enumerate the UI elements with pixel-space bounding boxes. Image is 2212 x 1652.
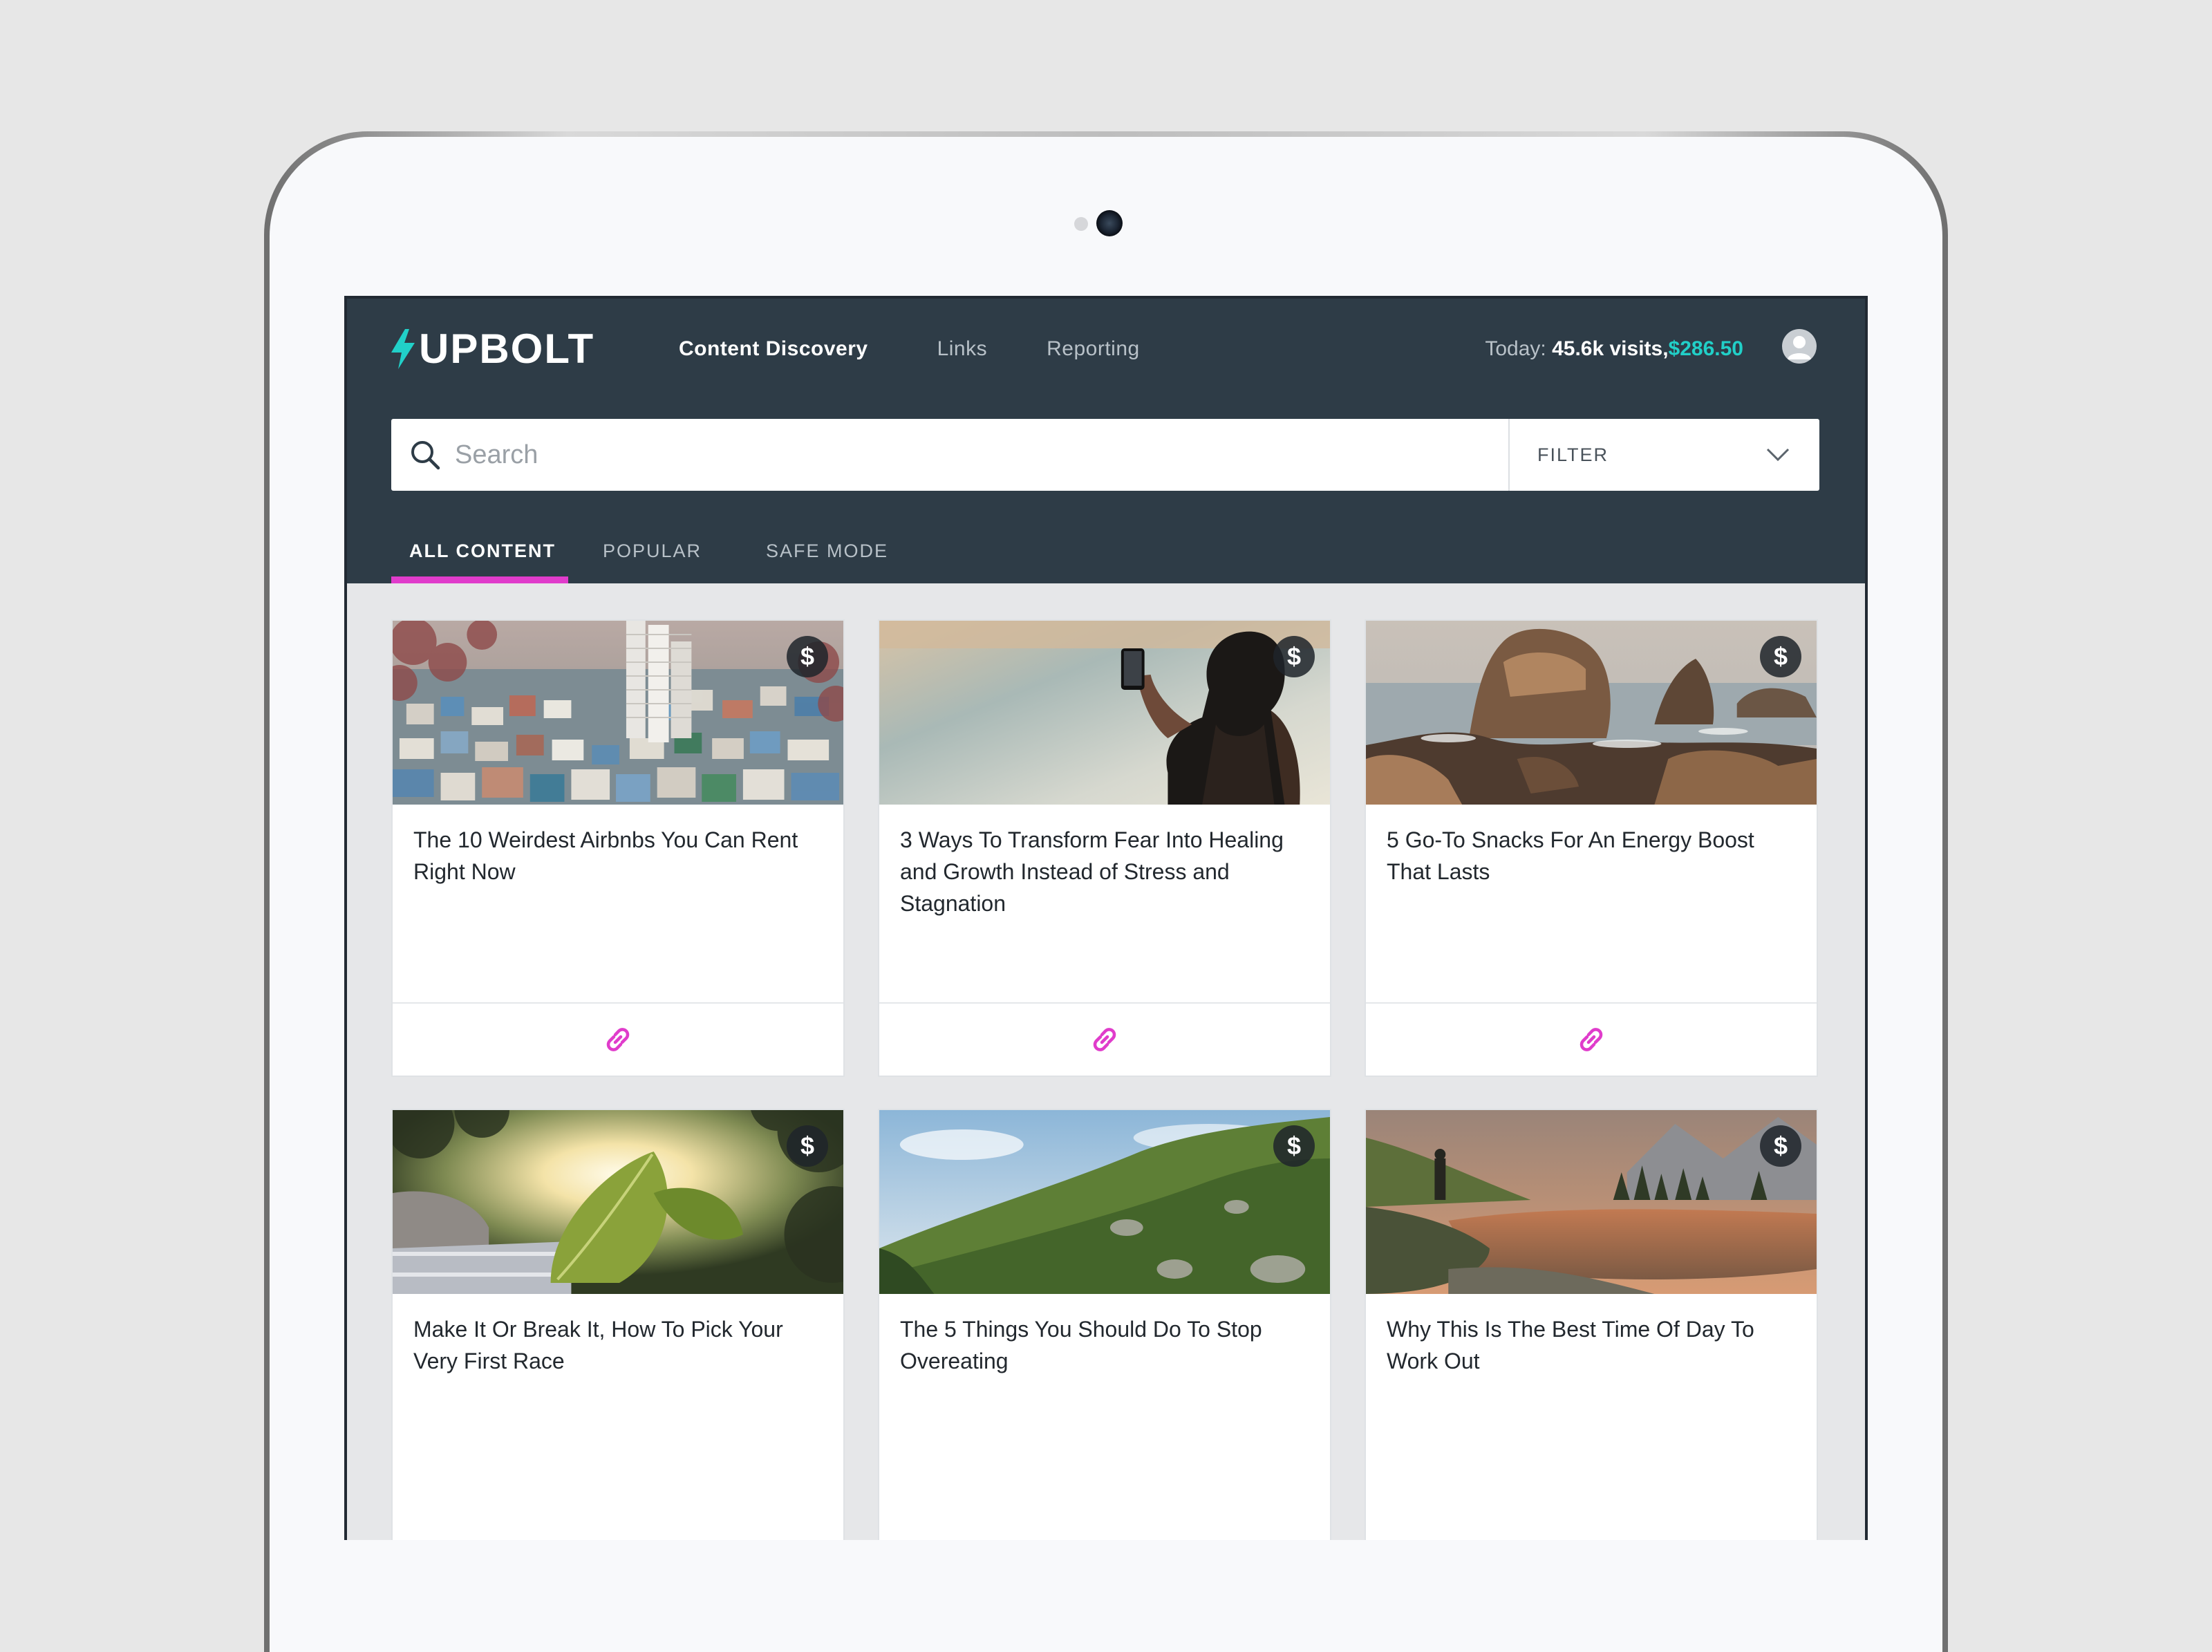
content-tabs: ALL CONTENT POPULAR SAFE MODE bbox=[391, 528, 900, 583]
sensor-dot bbox=[1074, 217, 1088, 231]
dollar-icon: $ bbox=[787, 636, 828, 677]
app-header: UPBOLT Content Discovery Links Reporting… bbox=[347, 299, 1865, 583]
stats-earnings: $286.50 bbox=[1668, 337, 1743, 360]
person-icon bbox=[1788, 336, 1811, 359]
tab-all-content[interactable]: ALL CONTENT bbox=[391, 528, 568, 583]
card-image: $ bbox=[879, 1110, 1330, 1294]
content-card[interactable]: $ Make It Or Break It, How To Pick Your … bbox=[391, 1109, 845, 1540]
card-title[interactable]: 3 Ways To Transform Fear Into Healing an… bbox=[900, 824, 1315, 919]
filter-dropdown[interactable]: FILTER bbox=[1510, 419, 1819, 491]
link-icon bbox=[606, 1028, 630, 1051]
tab-label: SAFE MODE bbox=[766, 541, 889, 561]
copy-link-button[interactable] bbox=[879, 1002, 1330, 1076]
stats-prefix: Today: bbox=[1485, 337, 1553, 360]
bolt-icon bbox=[391, 329, 415, 369]
logo-text: UPBOLT bbox=[419, 326, 595, 372]
tab-label: ALL CONTENT bbox=[409, 541, 556, 561]
copy-link-button[interactable] bbox=[1366, 1002, 1817, 1076]
card-image: $ bbox=[1366, 621, 1817, 805]
user-avatar-icon[interactable] bbox=[1782, 329, 1817, 364]
dollar-icon: $ bbox=[1273, 1125, 1315, 1167]
tab-popular[interactable]: POPULAR bbox=[568, 528, 734, 583]
nav-links[interactable]: Links bbox=[937, 337, 988, 361]
logo[interactable]: UPBOLT bbox=[390, 325, 594, 373]
chevron-down-icon bbox=[1766, 448, 1790, 462]
search-icon bbox=[411, 441, 440, 470]
card-image: $ bbox=[393, 1110, 843, 1294]
content-card[interactable]: $ 5 Go-To Snacks For An Energy Boost Tha… bbox=[1365, 619, 1818, 1077]
card-title[interactable]: The 10 Weirdest Airbnbs You Can Rent Rig… bbox=[413, 824, 828, 888]
card-title[interactable]: The 5 Things You Should Do To Stop Overe… bbox=[900, 1313, 1315, 1377]
daily-stats: Today: 45.6k visits, $286.50 bbox=[1485, 332, 1743, 366]
copy-link-button[interactable] bbox=[393, 1002, 843, 1076]
active-tab-indicator bbox=[391, 576, 568, 583]
search-field bbox=[391, 419, 1510, 491]
card-image: $ bbox=[393, 621, 843, 805]
card-title[interactable]: 5 Go-To Snacks For An Energy Boost That … bbox=[1387, 824, 1801, 888]
content-card[interactable]: $ Why This Is The Best Time Of Day To Wo… bbox=[1365, 1109, 1818, 1540]
dollar-icon: $ bbox=[1273, 636, 1315, 677]
link-icon bbox=[1093, 1028, 1116, 1051]
nav-reporting[interactable]: Reporting bbox=[1047, 337, 1140, 361]
content-card[interactable]: $ 3 Ways To Transform Fear Into Healing … bbox=[878, 619, 1331, 1077]
content-card[interactable]: $ The 10 Weirdest Airbnbs You Can Rent R… bbox=[391, 619, 845, 1077]
dollar-icon: $ bbox=[1760, 636, 1801, 677]
app-screen: UPBOLT Content Discovery Links Reporting… bbox=[344, 296, 1868, 1540]
search-input[interactable] bbox=[453, 439, 1421, 471]
content-card[interactable]: $ The 5 Things You Should Do To Stop Ove… bbox=[878, 1109, 1331, 1540]
card-image: $ bbox=[1366, 1110, 1817, 1294]
dollar-icon: $ bbox=[787, 1125, 828, 1167]
tab-safe-mode[interactable]: SAFE MODE bbox=[734, 528, 900, 583]
nav-content-discovery[interactable]: Content Discovery bbox=[679, 337, 868, 361]
dollar-icon: $ bbox=[1760, 1125, 1801, 1167]
stats-visits: 45.6k visits, bbox=[1552, 337, 1669, 360]
card-image: $ bbox=[879, 621, 1330, 805]
card-title[interactable]: Make It Or Break It, How To Pick Your Ve… bbox=[413, 1313, 828, 1377]
search-bar: FILTER bbox=[391, 419, 1819, 491]
camera-icon bbox=[1096, 210, 1123, 236]
main-nav: Content Discovery Links Reporting bbox=[679, 332, 1199, 366]
link-icon bbox=[1580, 1028, 1603, 1051]
card-title[interactable]: Why This Is The Best Time Of Day To Work… bbox=[1387, 1313, 1801, 1377]
filter-label: FILTER bbox=[1537, 444, 1609, 465]
tab-label: POPULAR bbox=[603, 541, 702, 561]
